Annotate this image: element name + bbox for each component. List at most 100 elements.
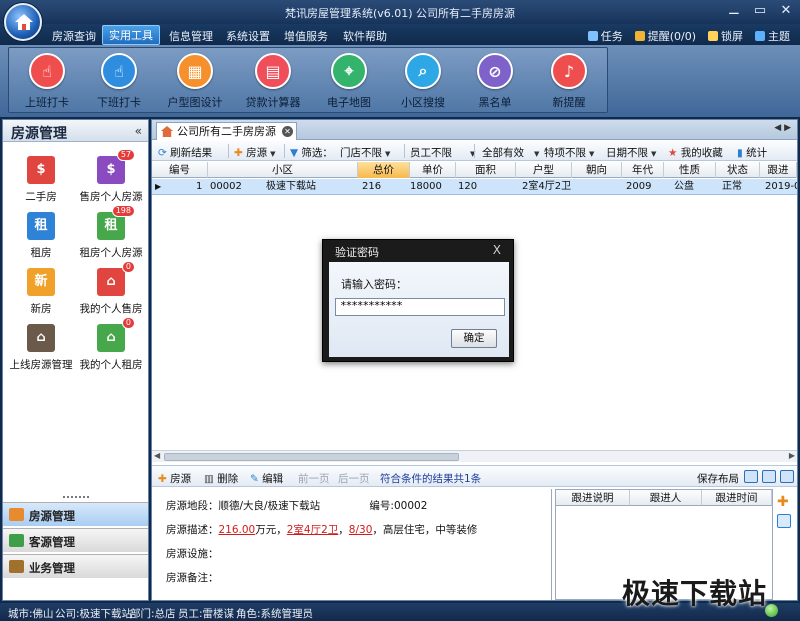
edit-button[interactable]: ✎ 编辑 xyxy=(250,471,283,486)
bell-icon xyxy=(634,31,645,41)
dialog-close-button[interactable]: X xyxy=(493,243,501,257)
menu-item-settings[interactable]: 系统设置 xyxy=(220,27,276,45)
reminder-button[interactable]: 提醒(0/0) xyxy=(634,28,696,44)
menu-item-tools[interactable]: 实用工具 xyxy=(102,25,160,45)
bar-chart-icon: ▮ xyxy=(737,147,743,159)
col-header-layout[interactable]: 户型 xyxy=(516,162,572,178)
clock-in-button[interactable]: ☝ 上班打卡 xyxy=(9,53,85,113)
splitter-grip[interactable] xyxy=(63,496,89,499)
search-follow-icon[interactable] xyxy=(777,514,791,528)
status-company: 公司:极速下载站 xyxy=(55,608,133,620)
save-layout-button[interactable]: 保存布局 xyxy=(697,471,739,486)
stats-button[interactable]: ▮ 统计 xyxy=(737,145,767,160)
maximize-button[interactable]: ▭ xyxy=(752,3,768,19)
scroll-thumb[interactable] xyxy=(164,453,459,461)
action-toolbar: ✚ 房源 ▥ 删除 ✎ 编辑 前一页 后一页 符合条件的结果共1条 保存布局 xyxy=(152,465,797,487)
sidebar-item-rent[interactable]: 租 租房 xyxy=(5,212,77,260)
special-filter-dropdown[interactable]: 特项不限 ▼ xyxy=(544,145,594,160)
window-title: 梵讯房屋管理系统(v6.01) 公司所有二手房房源 xyxy=(284,7,516,20)
trash-icon: ▥ xyxy=(204,473,214,485)
sidebar-item-new-house[interactable]: 新 新房 xyxy=(5,268,77,316)
delete-button[interactable]: ▥ 删除 xyxy=(204,471,238,486)
menu-item-help[interactable]: 软件帮助 xyxy=(337,27,393,45)
validity-filter-dropdown[interactable]: 全部有效 ▼ xyxy=(482,145,539,160)
collapse-button[interactable]: « xyxy=(135,124,142,138)
tab-scroll-arrows[interactable]: ◀ ▶ xyxy=(774,123,791,133)
horizontal-scrollbar[interactable]: ◀ ▶ xyxy=(152,450,797,462)
add-follow-icon[interactable]: ✚ xyxy=(777,495,791,509)
prev-page-button[interactable]: 前一页 xyxy=(298,471,330,486)
detail-price: 216.00 xyxy=(218,524,256,536)
password-input[interactable]: *********** xyxy=(335,298,505,316)
sidebar-item-my-sale[interactable]: ⌂ 0 我的个人售房 xyxy=(75,261,147,316)
task-button[interactable]: 任务 xyxy=(587,28,623,44)
date-filter-dropdown[interactable]: 日期不限 ▼ xyxy=(606,145,656,160)
col-header-id[interactable]: 编号 xyxy=(152,162,208,178)
add-listing-dropdown[interactable]: ✚ 房源 ▼ xyxy=(234,145,276,160)
close-button[interactable]: ✕ xyxy=(778,3,794,19)
sidebar-item-personal-rent[interactable]: 租 198 租房个人房源 xyxy=(75,205,147,260)
col-header-area[interactable]: 面积 xyxy=(456,162,516,178)
tab-company-listings[interactable]: 公司所有二手房房源 ✕ xyxy=(156,122,297,140)
e-map-button[interactable]: ⌖ 电子地图 xyxy=(311,53,387,113)
layout-right-icon[interactable] xyxy=(780,470,794,483)
favorites-button[interactable]: ★ 我的收藏 xyxy=(668,145,723,160)
col-header-follow-person[interactable]: 跟进人 xyxy=(630,490,702,506)
sidebar-item-my-rent[interactable]: ⌂ 0 我的个人租房 xyxy=(75,317,147,372)
col-header-follow[interactable]: 跟进 xyxy=(760,162,797,178)
cell-year: 2009 xyxy=(626,181,652,192)
lock-icon xyxy=(708,31,718,41)
sidebar-item-online-listings[interactable]: ⌂ 上线房源管理 xyxy=(5,324,77,372)
edit-icon: ✎ xyxy=(250,473,259,485)
lock-button[interactable]: 锁屏 xyxy=(708,28,743,44)
house-dollar-icon: $ xyxy=(27,156,55,184)
sidebar-item-second-hand[interactable]: $ 二手房 xyxy=(5,156,77,204)
floorplan-design-button[interactable]: ▦ 户型图设计 xyxy=(157,53,233,113)
next-page-button[interactable]: 后一页 xyxy=(338,471,370,486)
menu-item-info[interactable]: 信息管理 xyxy=(163,27,219,45)
store-filter-dropdown[interactable]: 门店不限 ▼ xyxy=(340,145,390,160)
col-header-year[interactable]: 年代 xyxy=(622,162,664,178)
menu-item-value-added[interactable]: 增值服务 xyxy=(278,27,334,45)
nav-listing-management[interactable]: 房源管理 xyxy=(3,502,148,526)
staff-filter-dropdown[interactable]: 员工不限 ▼ xyxy=(410,145,475,160)
col-header-unit-price[interactable]: 单价 xyxy=(410,162,456,178)
col-header-community[interactable]: 小区 xyxy=(208,162,358,178)
nav-client-management[interactable]: 客源管理 xyxy=(3,528,148,552)
layout-bottom-icon[interactable] xyxy=(744,470,758,483)
refresh-button[interactable]: ⟳ 刷新结果 xyxy=(158,145,212,160)
loan-calculator-button[interactable]: ▤ 贷款计算器 xyxy=(235,53,311,113)
col-header-total-price[interactable]: 总价 xyxy=(358,162,410,178)
clock-out-button[interactable]: ☝ 下班打卡 xyxy=(81,53,157,113)
add-listing-button[interactable]: ✚ 房源 xyxy=(158,471,191,486)
blacklist-button[interactable]: ⊘ 黑名单 xyxy=(457,53,533,113)
col-header-nature[interactable]: 性质 xyxy=(664,162,716,178)
dialog-title: 验证密码 xyxy=(335,246,379,259)
cell-community: 极速下载站 xyxy=(266,181,316,192)
detail-remark: 房源备注： xyxy=(166,572,219,584)
sidebar: 房源管理 « $ 二手房 $57 售房个人房源 租 租房 租 198 租房个人房源… xyxy=(2,119,149,601)
close-tab-icon[interactable]: ✕ xyxy=(282,126,293,137)
shirt-icon xyxy=(755,31,765,41)
ok-button[interactable]: 确定 xyxy=(451,329,497,348)
layout-split-icon[interactable] xyxy=(762,470,776,483)
col-header-status[interactable]: 状态 xyxy=(716,162,760,178)
nav-business-management[interactable]: 业务管理 xyxy=(3,554,148,578)
new-reminder-button[interactable]: ♪ 新提醒 xyxy=(531,53,607,113)
community-search-button[interactable]: ⌕ 小区搜搜 xyxy=(385,53,461,113)
ribbon: ☝ 上班打卡 ☝ 下班打卡 ▦ 户型图设计 ▤ 贷款计算器 ⌖ 电子地图 ⌕ 小… xyxy=(0,45,800,117)
col-header-orientation[interactable]: 朝向 xyxy=(572,162,622,178)
col-header-follow-note[interactable]: 跟进说明 xyxy=(556,490,630,506)
sidebar-item-personal-sale[interactable]: $57 售房个人房源 xyxy=(75,149,147,204)
col-header-follow-time[interactable]: 跟进时间 xyxy=(702,490,772,506)
menu-item-listing-query[interactable]: 房源查询 xyxy=(46,27,102,45)
scroll-left-icon[interactable]: ◀ xyxy=(154,451,160,460)
count-badge: 0 xyxy=(121,317,135,329)
table-row[interactable]: ▶ 1 00002 极速下载站 216 18000 120 2室4厅2卫 200… xyxy=(152,179,797,195)
count-badge: 198 xyxy=(111,205,135,217)
scroll-right-icon[interactable]: ▶ xyxy=(789,451,795,460)
clock-out-icon: ☝ xyxy=(101,53,137,89)
theme-button[interactable]: 主题 xyxy=(755,28,790,44)
house-dollar-icon: $57 xyxy=(97,149,135,184)
minimize-button[interactable]: ⚊ xyxy=(726,3,742,19)
